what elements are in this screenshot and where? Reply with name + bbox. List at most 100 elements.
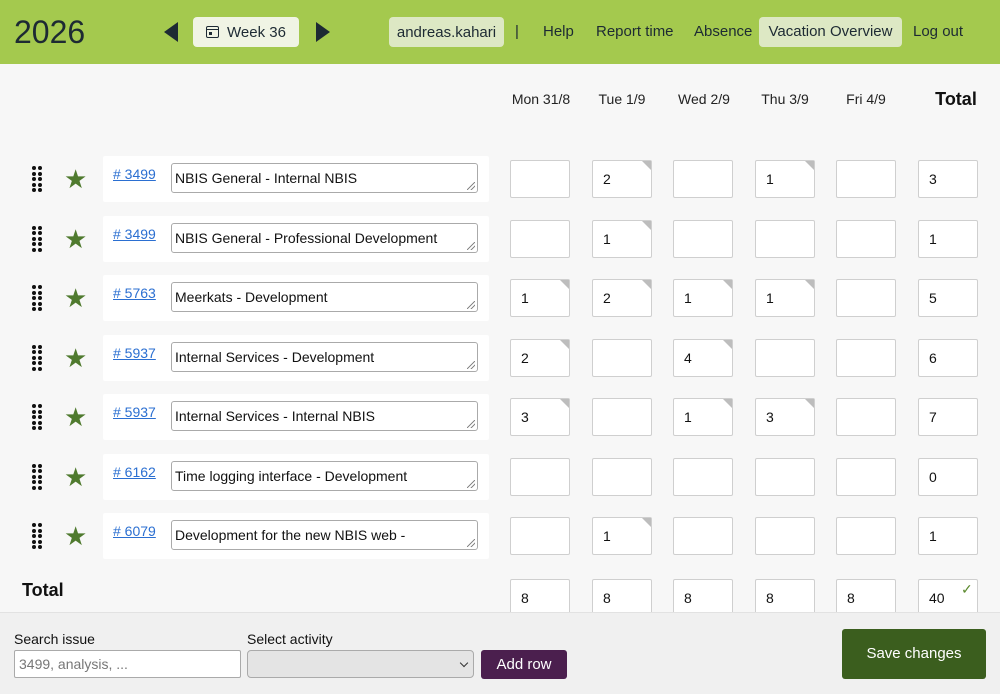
previous-week-icon[interactable]: [164, 22, 178, 42]
hours-cell-mon[interactable]: [510, 457, 570, 496]
hours-cell-thu[interactable]: 3: [755, 398, 815, 436]
favorite-star-icon[interactable]: ★: [64, 285, 87, 311]
issue-link[interactable]: # 5763: [113, 285, 156, 301]
search-issue-input[interactable]: [14, 650, 241, 678]
activity-field[interactable]: Internal Services - Development: [171, 341, 478, 372]
hours-cell-wed[interactable]: [673, 517, 733, 555]
hours-cell-tue[interactable]: 2: [592, 160, 652, 198]
drag-handle-icon[interactable]: [32, 523, 44, 549]
drag-handle-icon[interactable]: [32, 285, 44, 311]
hours-cell-wed[interactable]: 1: [673, 279, 733, 317]
activity-field[interactable]: Time logging interface - Development: [171, 460, 478, 491]
hours-cell-tue[interactable]: [592, 398, 652, 436]
day-header-thu: Thu 3/9: [761, 91, 809, 107]
hours-cell-tue[interactable]: 2: [592, 279, 652, 317]
totals-label: Total: [22, 580, 64, 600]
drag-handle-icon[interactable]: [32, 463, 44, 490]
issue-link[interactable]: # 3499: [113, 226, 156, 242]
issue-link[interactable]: # 5937: [113, 345, 156, 361]
nav-log-out-link[interactable]: Log out: [913, 17, 963, 47]
hours-cell-mon[interactable]: 1: [510, 279, 570, 317]
activity-field[interactable]: Development for the new NBIS web -: [171, 520, 478, 550]
hours-cell-fri[interactable]: [836, 219, 896, 258]
calendar-icon: [206, 26, 220, 38]
top-bar: 2026 Week 36 andreas.kahari | Help Repor…: [0, 0, 1000, 64]
nav-report-time-link[interactable]: Report time: [596, 17, 674, 47]
week-picker-button[interactable]: Week 36: [193, 17, 299, 47]
hours-cell-tue[interactable]: 1: [592, 219, 652, 258]
drag-handle-icon[interactable]: [32, 344, 44, 371]
next-week-icon[interactable]: [316, 22, 330, 42]
hours-cell-tue[interactable]: [592, 338, 652, 377]
day-header-wed: Wed 2/9: [678, 91, 730, 107]
hours-cell-thu[interactable]: [755, 457, 815, 496]
favorite-star-icon[interactable]: ★: [64, 404, 87, 430]
nav-separator: |: [515, 23, 519, 40]
issue-box: # 3499 NBIS General - Internal NBIS: [103, 156, 489, 202]
activity-field[interactable]: Meerkats - Development: [171, 282, 478, 312]
hours-cell-mon[interactable]: [510, 160, 570, 198]
day-header-fri: Fri 4/9: [846, 91, 886, 107]
favorite-star-icon[interactable]: ★: [64, 166, 87, 192]
issue-box: # 3499 NBIS General - Professional Develo…: [103, 215, 489, 262]
row-total-cell: 3: [918, 160, 978, 198]
hours-cell-thu[interactable]: [755, 338, 815, 377]
favorite-star-icon[interactable]: ★: [64, 523, 87, 549]
time-row: ★ # 5763 Meerkats - Development 1 2 1 1 5: [0, 275, 1000, 335]
hours-cell-fri[interactable]: [836, 279, 896, 317]
issue-box: # 6079 Development for the new NBIS web -: [103, 513, 489, 559]
time-row: ★ # 3499 NBIS General - Internal NBIS 2 1 3: [0, 156, 1000, 216]
time-row: ★ # 6079 Development for the new NBIS web …: [0, 513, 1000, 573]
drag-handle-icon[interactable]: [32, 166, 44, 192]
hours-cell-fri[interactable]: [836, 457, 896, 496]
hours-cell-mon[interactable]: 3: [510, 398, 570, 436]
hours-cell-wed[interactable]: 1: [673, 398, 733, 436]
row-total-cell: 7: [918, 398, 978, 436]
nav-help-link[interactable]: Help: [543, 17, 574, 47]
drag-handle-icon[interactable]: [32, 404, 44, 430]
drag-handle-icon[interactable]: [32, 225, 44, 252]
hours-cell-fri[interactable]: [836, 398, 896, 436]
issue-link[interactable]: # 6079: [113, 523, 156, 539]
total-header: Total: [935, 89, 977, 109]
hours-cell-mon[interactable]: [510, 219, 570, 258]
year-title: 2026: [14, 14, 86, 50]
select-activity-label: Select activity: [247, 631, 333, 647]
nav-vacation-overview-link[interactable]: Vacation Overview: [759, 17, 902, 47]
hours-cell-thu[interactable]: [755, 517, 815, 555]
hours-cell-fri[interactable]: [836, 160, 896, 198]
time-row: ★ # 5937 Internal Services - Development 2 4…: [0, 334, 1000, 395]
row-total-cell: 0: [918, 457, 978, 496]
save-changes-button[interactable]: Save changes: [842, 629, 986, 679]
day-header-tue: Tue 1/9: [598, 91, 646, 107]
add-row-button[interactable]: Add row: [481, 650, 567, 679]
hours-cell-wed[interactable]: [673, 160, 733, 198]
hours-cell-thu[interactable]: [755, 219, 815, 258]
activity-field[interactable]: NBIS General - Internal NBIS: [171, 163, 478, 193]
hours-cell-wed[interactable]: [673, 457, 733, 496]
row-total-cell: 1: [918, 517, 978, 555]
activity-field[interactable]: Internal Services - Internal NBIS: [171, 401, 478, 431]
hours-cell-fri[interactable]: [836, 338, 896, 377]
hours-cell-mon[interactable]: [510, 517, 570, 555]
hours-cell-thu[interactable]: 1: [755, 160, 815, 198]
favorite-star-icon[interactable]: ★: [64, 345, 87, 371]
activity-field[interactable]: NBIS General - Professional Development: [171, 222, 478, 253]
favorite-star-icon[interactable]: ★: [64, 226, 87, 252]
user-menu[interactable]: andreas.kahari: [389, 17, 504, 47]
hours-cell-mon[interactable]: 2: [510, 338, 570, 377]
issue-link[interactable]: # 6162: [113, 464, 156, 480]
hours-cell-thu[interactable]: 1: [755, 279, 815, 317]
nav-absence-link[interactable]: Absence: [694, 17, 752, 47]
hours-cell-wed[interactable]: 4: [673, 338, 733, 377]
hours-cell-tue[interactable]: [592, 457, 652, 496]
activity-select[interactable]: [247, 650, 474, 678]
hours-cell-tue[interactable]: 1: [592, 517, 652, 555]
week-label: Week 36: [227, 23, 286, 41]
issue-link[interactable]: # 5937: [113, 404, 156, 420]
hours-cell-wed[interactable]: [673, 219, 733, 258]
favorite-star-icon[interactable]: ★: [64, 464, 87, 490]
hours-cell-fri[interactable]: [836, 517, 896, 555]
issue-link[interactable]: # 3499: [113, 166, 156, 182]
issue-box: # 5937 Internal Services - Internal NBIS: [103, 394, 489, 440]
